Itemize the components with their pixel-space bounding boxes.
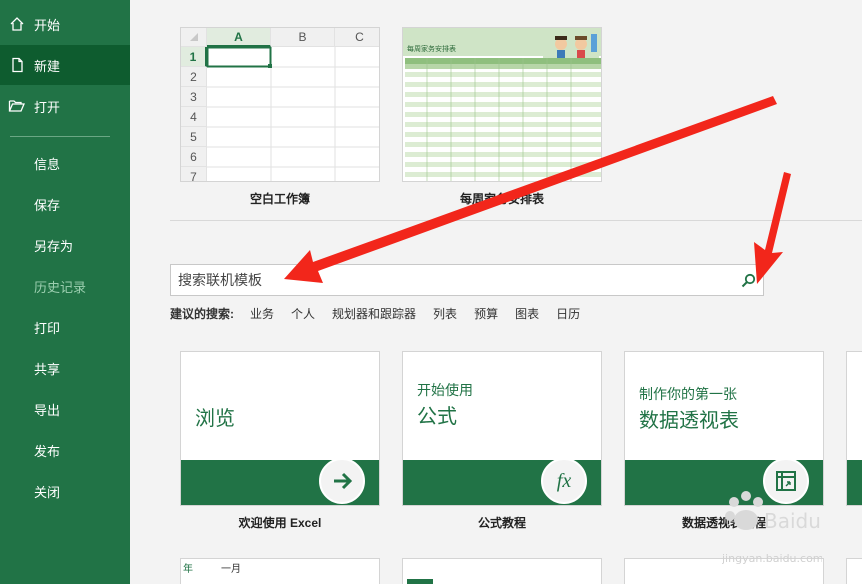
card-band <box>847 460 862 505</box>
suggestion-lists[interactable]: 列表 <box>433 305 457 322</box>
column-header: B <box>271 28 335 47</box>
nav-export[interactable]: 导出 <box>0 389 130 429</box>
section-divider <box>170 220 862 221</box>
schedule-illustration <box>543 30 599 58</box>
search-icon[interactable] <box>733 265 763 295</box>
weekly-schedule-thumbnail[interactable]: 每周家务安排表 <box>402 27 602 182</box>
template-card-formulas[interactable]: 开始使用 公式 fx <box>402 351 602 506</box>
nav-history[interactable]: 历史记录 <box>0 266 130 306</box>
calendar-year: 年 <box>183 564 193 575</box>
template-card-tour[interactable]: 浏览 <box>180 351 380 506</box>
nav-publish-label: 发布 <box>34 443 61 459</box>
row-header: 5 <box>181 127 207 147</box>
folder-open-icon <box>0 98 34 114</box>
grid-lines <box>207 47 379 181</box>
nav-close[interactable]: 关闭 <box>0 471 130 511</box>
watermark-url: jingyan.baidu.com <box>722 552 822 565</box>
template-partial-4[interactable] <box>846 558 862 584</box>
card-title: 公式 <box>417 406 457 428</box>
suggestion-calendar[interactable]: 日历 <box>556 305 580 322</box>
suggested-searches-label: 建议的搜索: <box>170 307 234 321</box>
nav-share-label: 共享 <box>34 361 61 377</box>
card-title: 浏览 <box>195 408 235 430</box>
template-calendar-partial[interactable]: 年 一月 <box>180 558 380 584</box>
template-search-input[interactable] <box>171 265 733 295</box>
nav-print-label: 打印 <box>34 320 61 336</box>
home-icon <box>0 16 34 32</box>
nav-open-label: 打开 <box>34 99 61 115</box>
calendar-month: 一月 <box>221 564 241 575</box>
nav-new[interactable]: 新建 <box>0 45 130 85</box>
nav-history-label: 历史记录 <box>34 279 87 295</box>
template-search-box <box>170 264 764 296</box>
nav-close-label: 关闭 <box>34 484 61 500</box>
column-header: A <box>207 28 271 47</box>
row-header: 2 <box>181 67 207 87</box>
nav-save[interactable]: 保存 <box>0 184 130 224</box>
card-title: 数据透视表 <box>639 410 739 432</box>
template-partial-2[interactable] <box>402 558 602 584</box>
nav-export-label: 导出 <box>34 402 61 418</box>
fx-icon: fx <box>541 458 587 504</box>
schedule-title: 每周家务安排表 <box>407 46 456 53</box>
nav-new-label: 新建 <box>34 58 61 74</box>
blank-workbook-thumbnail[interactable]: A B C 1 2 3 4 5 6 7 <box>180 27 380 182</box>
card-subtitle: 开始使用 <box>417 382 473 398</box>
card-subtitle: 制作你的第一张 <box>639 386 737 402</box>
template-card-partial[interactable] <box>846 351 862 506</box>
row-header: 6 <box>181 147 207 167</box>
blank-workbook-caption: 空白工作簿 <box>249 192 310 206</box>
backstage-sidebar: 开始 新建 打开 信息 保存 另存为 历史记录 打印 共享 导出 发布 关闭 <box>0 0 130 584</box>
nav-info-label: 信息 <box>34 156 61 172</box>
nav-save-as[interactable]: 另存为 <box>0 225 130 265</box>
nav-save-as-label: 另存为 <box>34 238 74 254</box>
suggested-searches: 建议的搜索: 业务 个人 规划器和跟踪器 列表 预算 图表 日历 <box>170 305 597 322</box>
row-header: 1 <box>181 47 207 67</box>
watermark-text: Baidu 经验 <box>764 509 822 533</box>
row-header: 7 <box>181 167 207 181</box>
suggestion-personal[interactable]: 个人 <box>291 305 315 322</box>
template-card-pivot[interactable]: 制作你的第一张 数据透视表 <box>624 351 824 506</box>
row-header: 3 <box>181 87 207 107</box>
suggestion-charts[interactable]: 图表 <box>515 305 539 322</box>
arrow-right-icon <box>319 458 365 504</box>
nav-publish[interactable]: 发布 <box>0 430 130 470</box>
new-document-icon <box>0 57 34 73</box>
card-caption: 公式教程 <box>477 516 526 530</box>
suggestion-planners-trackers[interactable]: 规划器和跟踪器 <box>332 305 416 322</box>
nav-open[interactable]: 打开 <box>0 86 130 126</box>
card-caption: 欢迎使用 Excel <box>238 516 322 530</box>
suggestion-business[interactable]: 业务 <box>250 305 274 322</box>
column-header: C <box>335 28 379 47</box>
weekly-schedule-caption: 每周家务安排表 <box>459 192 544 206</box>
schedule-table <box>405 58 601 181</box>
nav-divider <box>10 136 110 137</box>
nav-home[interactable]: 开始 <box>0 4 130 44</box>
nav-info[interactable]: 信息 <box>0 143 130 183</box>
grid-corner <box>181 28 207 47</box>
nav-home-label: 开始 <box>34 17 61 33</box>
nav-share[interactable]: 共享 <box>0 348 130 388</box>
suggestion-budget[interactable]: 预算 <box>474 305 498 322</box>
nav-print[interactable]: 打印 <box>0 307 130 347</box>
row-header: 4 <box>181 107 207 127</box>
baidu-jingyan-watermark: Baidu 经验 jingyan.baidu.com <box>722 491 822 565</box>
nav-save-label: 保存 <box>34 197 61 213</box>
